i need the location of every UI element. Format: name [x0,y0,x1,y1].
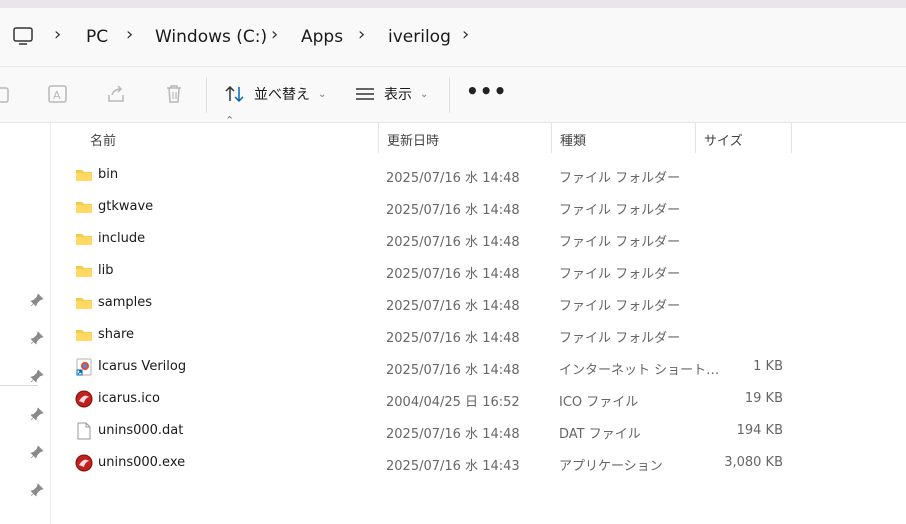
file-size: 194 KB [736,423,783,438]
toolbar-divider [449,77,450,113]
folder-icon [75,230,93,248]
folder-icon [75,166,93,184]
file-name[interactable]: gtkwave [98,199,153,214]
file-type: DAT ファイル [559,427,641,442]
file-date: 2025/07/16 水 14:48 [386,203,520,218]
column-divider[interactable] [378,123,379,153]
breadcrumb-windows-c[interactable]: Windows (C:) [155,27,267,47]
file-row[interactable]: unins000.dat 2025/07/16 水 14:48 DAT ファイル 19… [56,415,796,447]
breadcrumb-chevron-icon[interactable]: › [358,24,365,45]
breadcrumb-chevron-icon[interactable]: › [462,24,469,45]
file-type: ファイル フォルダー [559,331,681,346]
file-row[interactable]: share 2025/07/16 水 14:48 ファイル フォルダー [56,319,796,351]
breadcrumb-chevron-icon[interactable]: › [126,24,133,45]
file-name[interactable]: icarus.ico [98,391,160,406]
file-type: ファイル フォルダー [559,235,681,250]
sort-label: 並べ替え [254,87,310,103]
file-row[interactable]: samples 2025/07/16 水 14:48 ファイル フォルダー [56,287,796,319]
navigation-pane [0,123,51,524]
column-divider[interactable] [551,123,552,153]
column-header-size[interactable]: サイズ [704,130,743,160]
address-bar[interactable]: › PC › Windows (C:) › Apps › iverilog › [0,8,906,67]
pin-icon[interactable] [30,445,44,459]
file-name[interactable]: unins000.exe [98,455,185,470]
pin-icon[interactable] [30,369,44,383]
file-name[interactable]: include [98,231,145,246]
command-toolbar: A 並べ替え ⌄ 表示 ⌄ ••• [0,67,906,123]
file-date: 2025/07/16 水 14:48 [386,235,520,250]
view-label: 表示 [384,87,412,103]
toolbar-divider [206,77,207,113]
view-button[interactable]: 表示 ⌄ [354,79,428,109]
more-options-button[interactable]: ••• [466,79,507,103]
file-row[interactable]: gtkwave 2025/07/16 水 14:48 ファイル フォルダー [56,191,796,223]
document-icon [75,422,93,440]
breadcrumb-chevron-icon[interactable]: › [271,24,278,45]
icarus-app-icon [75,390,93,408]
file-size: 3,080 KB [724,455,783,470]
copy-icon[interactable] [0,83,14,105]
pin-icon[interactable] [30,331,44,345]
column-divider[interactable] [791,123,792,153]
sort-ascending-icon: ⌃ [225,114,235,127]
file-row[interactable]: Icarus Verilog 2025/07/16 水 14:48 インターネット … [56,351,796,383]
sort-icon [225,85,244,103]
nav-divider [0,385,38,386]
file-name[interactable]: share [98,327,134,342]
file-date: 2025/07/16 水 14:48 [386,363,520,378]
sort-button[interactable]: 並べ替え ⌄ [224,79,326,109]
icarus-app-icon [75,454,93,472]
file-type: ファイル フォルダー [559,203,681,218]
file-date: 2025/07/16 水 14:43 [386,459,520,474]
file-type: ファイル フォルダー [559,267,681,282]
folder-icon [75,294,93,312]
file-name[interactable]: samples [98,295,152,310]
folder-icon [75,198,93,216]
rename-icon[interactable]: A [47,83,69,105]
file-size: 1 KB [753,359,783,374]
file-row[interactable]: unins000.exe 2025/07/16 水 14:43 アプリケーション 3,… [56,447,796,479]
file-type: ICO ファイル [559,395,639,410]
share-icon[interactable] [105,83,127,105]
file-date: 2025/07/16 水 14:48 [386,299,520,314]
file-row[interactable]: include 2025/07/16 水 14:48 ファイル フォルダー [56,223,796,255]
computer-icon[interactable] [12,25,34,47]
file-date: 2025/07/16 水 14:48 [386,171,520,186]
file-row[interactable]: icarus.ico 2004/04/25 日 16:52 ICO ファイル 19 K… [56,383,796,415]
chevron-down-icon: ⌄ [420,88,429,100]
file-date: 2025/07/16 水 14:48 [386,267,520,282]
file-row[interactable]: lib 2025/07/16 水 14:48 ファイル フォルダー [56,255,796,287]
file-type: ファイル フォルダー [559,171,681,186]
breadcrumb-chevron-icon[interactable]: › [54,24,61,45]
svg-text:A: A [53,89,61,102]
view-list-icon [356,88,374,100]
file-date: 2025/07/16 水 14:48 [386,331,520,346]
chevron-down-icon: ⌄ [318,88,327,100]
delete-icon[interactable] [163,83,185,105]
folder-icon [75,262,93,280]
window-top-strip [0,0,906,8]
column-header-type[interactable]: 種類 [560,130,586,160]
pin-icon[interactable] [30,407,44,421]
file-date: 2025/07/16 水 14:48 [386,427,520,442]
file-name[interactable]: unins000.dat [98,423,183,438]
file-size: 19 KB [744,391,783,406]
column-header-date[interactable]: 更新日時 [387,130,439,160]
file-date: 2004/04/25 日 16:52 [386,395,520,410]
file-name[interactable]: bin [98,167,118,182]
shortcut-icon [75,358,93,376]
column-header-name[interactable]: 名前 [90,130,116,160]
file-type: アプリケーション [559,459,663,474]
breadcrumb-apps[interactable]: Apps [301,27,343,47]
file-row[interactable]: bin 2025/07/16 水 14:48 ファイル フォルダー [56,159,796,191]
folder-icon [75,326,93,344]
breadcrumb-pc[interactable]: PC [86,27,108,47]
pin-icon[interactable] [30,483,44,497]
breadcrumb-iverilog[interactable]: iverilog [388,27,451,47]
column-divider[interactable] [695,123,696,153]
pin-icon[interactable] [30,293,44,307]
file-name[interactable]: Icarus Verilog [98,359,186,374]
file-type: ファイル フォルダー [559,299,681,314]
file-name[interactable]: lib [98,263,113,278]
